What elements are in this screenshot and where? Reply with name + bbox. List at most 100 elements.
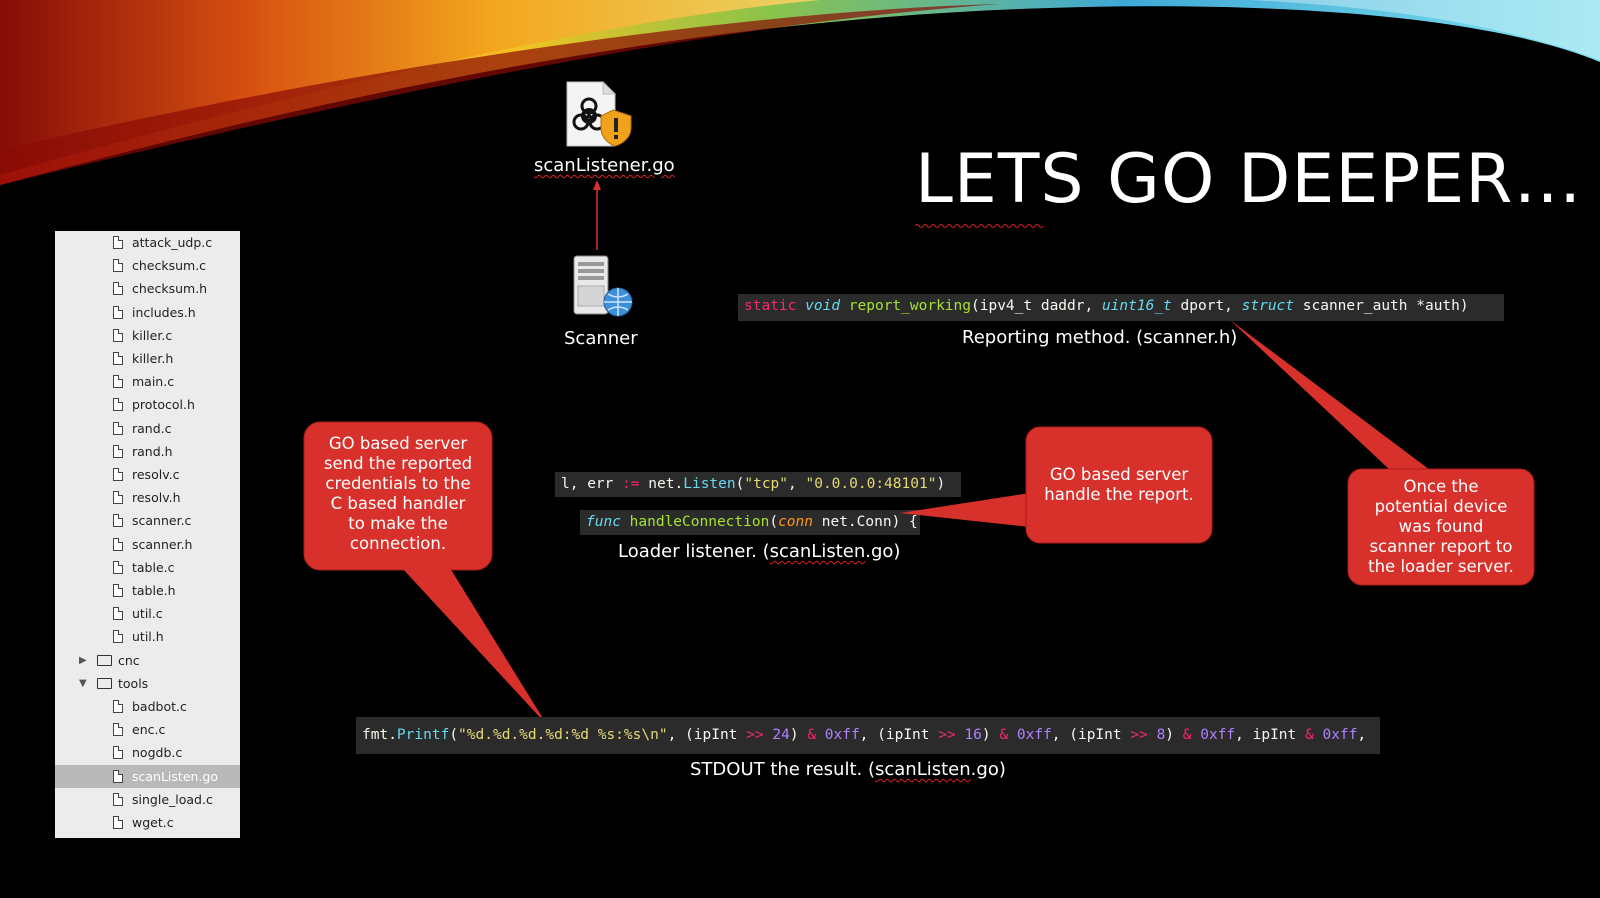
- tree-item-label: util.c: [132, 606, 163, 622]
- code-token: ,: [1357, 727, 1367, 743]
- chevron-down-icon[interactable]: ▼: [79, 672, 87, 695]
- code-token: , ipInt: [1235, 727, 1305, 743]
- tree-item-label: checksum.c: [132, 258, 207, 274]
- tree-file-item[interactable]: scanListen.go: [55, 764, 240, 788]
- code-token: &: [1182, 727, 1192, 743]
- code-token: 0xff: [1322, 727, 1358, 743]
- file-icon: [113, 352, 123, 365]
- tree-file-item[interactable]: wget.c: [55, 811, 240, 834]
- code-token: Printf: [396, 727, 450, 743]
- tree-item-label: scanner.c: [132, 513, 192, 529]
- code-token: Listen: [683, 476, 736, 492]
- tree-file-item[interactable]: checksum.h: [55, 277, 240, 300]
- code-token: (ipv4_t daddr,: [971, 298, 1102, 314]
- callout-line: was found: [1398, 517, 1484, 536]
- code-token: , (ipInt: [1051, 727, 1131, 743]
- tree-item-label: table.h: [132, 583, 176, 598]
- callout-left-text: GO based server send the reported creden…: [304, 434, 492, 554]
- tree-file-item[interactable]: resolv.c: [55, 463, 240, 486]
- tree-item-label: scanListen.go: [132, 768, 218, 784]
- file-icon: [113, 444, 123, 458]
- tree-file-item[interactable]: table.c: [55, 556, 240, 579]
- code-token: ): [1165, 727, 1183, 743]
- server-globe-icon: [570, 250, 640, 320]
- tree-item-label: enc.c: [132, 722, 166, 738]
- caption-text: STDOUT the result. (: [690, 759, 875, 780]
- folder-icon: [97, 654, 112, 666]
- code-token: report_working: [848, 298, 971, 314]
- caption-text: .go): [970, 759, 1006, 780]
- caption-text: Loader listener. (: [618, 541, 770, 562]
- tree-file-item[interactable]: badbot.c: [55, 695, 240, 718]
- code-token: void: [805, 298, 841, 314]
- title-spellcheck-underline: [914, 216, 1045, 228]
- tree-file-item[interactable]: checksum.c: [55, 254, 240, 277]
- file-icon: [113, 816, 123, 829]
- tree-item-label: protocol.h: [132, 397, 195, 413]
- tree-item-label: attack_udp.c: [132, 235, 213, 250]
- code-token: "tcp": [744, 476, 789, 492]
- caption-filename: scanListen: [875, 759, 971, 780]
- tree-file-item[interactable]: table.h: [55, 579, 240, 602]
- tree-file-item[interactable]: attack_udp.c: [55, 231, 240, 254]
- file-icon: [113, 375, 123, 389]
- tree-file-item[interactable]: rand.h: [55, 440, 240, 463]
- tree-item-label: rand.h: [132, 443, 173, 459]
- code-token: >>: [938, 727, 956, 743]
- code-token: "%d.%d.%d.%d:%d %s:%s\n": [458, 727, 668, 743]
- code-token: 24: [772, 727, 790, 743]
- callout-line: connection.: [349, 534, 447, 553]
- code-token: 0xff: [824, 727, 860, 743]
- code-token: &: [999, 727, 1009, 743]
- tree-file-item[interactable]: killer.c: [55, 324, 240, 347]
- tree-item-label: wget.c: [132, 815, 174, 830]
- tree-item-label: tools: [118, 675, 149, 691]
- tree-file-item[interactable]: enc.c: [55, 718, 240, 741]
- tree-file-item[interactable]: rand.c: [55, 417, 240, 440]
- code-token: handleConnection: [629, 514, 770, 530]
- file-icon: [113, 259, 123, 273]
- tree-item-label: resolv.c: [132, 467, 180, 482]
- tree-item-label: includes.h: [132, 304, 196, 320]
- file-icon: [113, 560, 123, 574]
- tree-file-item[interactable]: killer.h: [55, 347, 240, 370]
- caption-loader-listener: Loader listener. (scanListen.go): [618, 541, 900, 562]
- tree-folder-item[interactable]: ▶ cnc: [55, 649, 240, 672]
- callout-line: scanner report to: [1369, 537, 1513, 556]
- tree-file-item[interactable]: scanner.h: [55, 533, 240, 556]
- tree-file-item[interactable]: resolv.h: [55, 486, 240, 509]
- tree-item-label: resolv.h: [132, 490, 181, 506]
- scanlistener-label: scanListener.go: [534, 155, 675, 176]
- tree-file-item[interactable]: single_load.c: [55, 788, 240, 811]
- tree-file-item[interactable]: nogdb.c: [55, 741, 240, 764]
- tree-file-item[interactable]: includes.h: [55, 301, 240, 324]
- biohazard-file-icon: [565, 80, 635, 148]
- file-icon: [113, 236, 123, 249]
- tree-file-item[interactable]: main.c: [55, 370, 240, 393]
- slide-title: LETS GO DEEPER…: [915, 140, 1583, 219]
- code-token: 16: [964, 727, 982, 743]
- code-token: :=: [622, 476, 640, 492]
- file-icon: [113, 398, 123, 412]
- code-token: scanner_auth *auth): [1294, 298, 1469, 314]
- tree-file-item[interactable]: util.h: [55, 625, 240, 648]
- tree-file-item[interactable]: protocol.h: [55, 393, 240, 416]
- chevron-right-icon[interactable]: ▶: [79, 649, 87, 672]
- code-token: ): [789, 727, 808, 743]
- tree-file-item[interactable]: scanner.c: [55, 509, 240, 532]
- file-icon: [113, 700, 123, 713]
- file-icon: [113, 537, 123, 551]
- callout-line: the loader server.: [1368, 557, 1514, 576]
- code-token: >>: [1130, 727, 1148, 743]
- code-token: 0xff: [1016, 727, 1052, 743]
- code-token: struct: [1241, 298, 1295, 314]
- file-icon: [113, 514, 123, 528]
- arrow-scanner-to-listener: [593, 180, 601, 250]
- file-icon: [113, 305, 123, 319]
- tree-folder-item[interactable]: ▼ tools: [55, 672, 240, 695]
- tree-file-item[interactable]: util.c: [55, 602, 240, 625]
- code-token: dport,: [1171, 298, 1242, 314]
- callout-line: Once the: [1403, 477, 1479, 496]
